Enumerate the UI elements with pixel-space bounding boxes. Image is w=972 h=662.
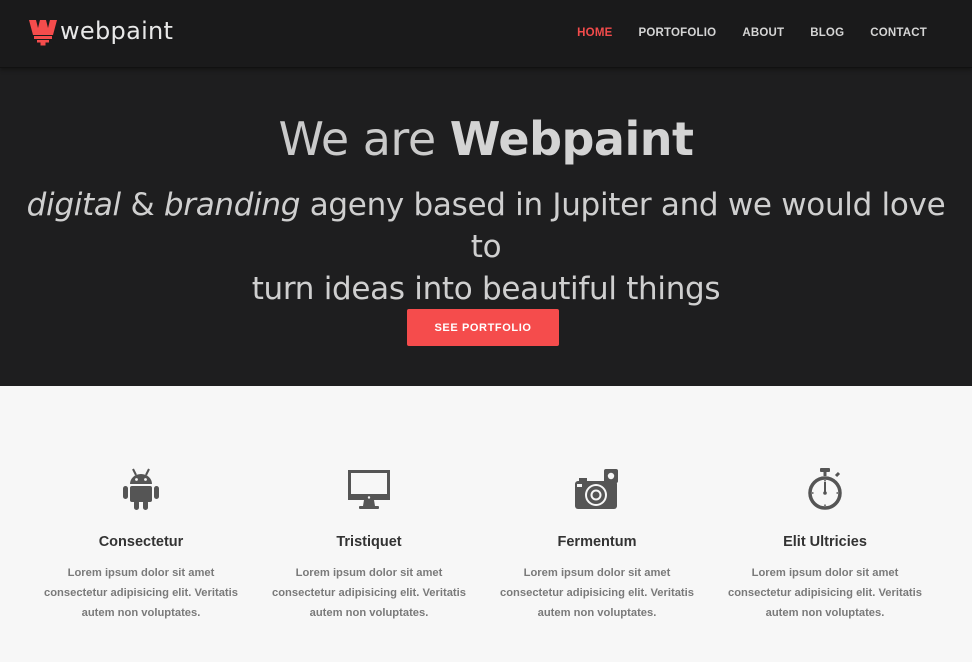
see-portfolio-button[interactable]: SEE PORTFOLIO xyxy=(407,309,559,346)
hero-sub-digital: digital xyxy=(26,187,122,223)
top-navbar: webpaint HOME PORTOFOLIO ABOUT BLOG CONT… xyxy=(0,0,972,68)
features-section: Consectetur Lorem ipsum dolor sit amet c… xyxy=(0,386,972,662)
feature-text: Lorem ipsum dolor sit amet consectetur a… xyxy=(500,567,694,619)
feature-title: Tristiquet xyxy=(336,534,402,550)
hero-section: We are Webpaint digital & branding ageny… xyxy=(0,68,972,386)
android-icon xyxy=(123,468,159,510)
hero-sub-line2: turn ideas into beautiful things xyxy=(251,271,721,307)
main-nav: HOME PORTOFOLIO ABOUT BLOG CONTACT xyxy=(564,0,972,66)
feature-title: Consectetur xyxy=(98,534,184,550)
hero-sub-line1: ageny based in Jupiter and we would love… xyxy=(309,187,946,265)
hero-subtitle: digital & branding ageny based in Jupite… xyxy=(20,184,952,310)
brand-name: webpaint xyxy=(60,17,174,45)
feature-title: Fermentum xyxy=(557,534,637,550)
hero-sub-branding: branding xyxy=(163,187,301,223)
hero-title-strong: Webpaint xyxy=(449,112,694,166)
desktop-monitor-icon xyxy=(348,470,390,509)
feature-text: Lorem ipsum dolor sit amet consectetur a… xyxy=(44,567,238,619)
nav-blog[interactable]: BLOG xyxy=(797,0,857,66)
hero-title-light: We are xyxy=(278,112,437,166)
stopwatch-icon xyxy=(808,468,842,510)
feature-text: Lorem ipsum dolor sit amet consectetur a… xyxy=(728,567,922,619)
nav-portofolio[interactable]: PORTOFOLIO xyxy=(625,0,729,66)
hero-sub-amp: & xyxy=(130,187,155,223)
feature-title: Elit Ultricies xyxy=(783,534,867,550)
camera-icon xyxy=(575,469,618,509)
nav-about[interactable]: ABOUT xyxy=(729,0,797,66)
nav-home[interactable]: HOME xyxy=(564,0,625,66)
hero-title: We are Webpaint xyxy=(0,112,972,166)
brush-w-logo-icon xyxy=(29,20,57,46)
nav-contact[interactable]: CONTACT xyxy=(857,0,972,66)
brand-logo-link[interactable]: webpaint xyxy=(27,14,173,48)
feature-text: Lorem ipsum dolor sit amet consectetur a… xyxy=(272,567,466,619)
